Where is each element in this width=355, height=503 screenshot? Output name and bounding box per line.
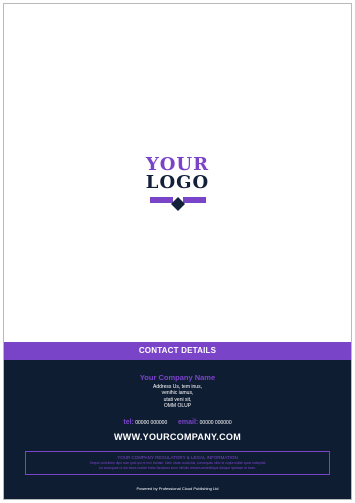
company-address: Address Us, tem inus, venihic iamus, uta… [4, 384, 351, 409]
chevron-diamond-icon [149, 197, 206, 211]
company-name: Your Company Name [139, 373, 216, 382]
email-label: email: [178, 419, 199, 427]
contact-details-bar: CONTACT DETAILS [4, 342, 351, 360]
powered-by-text: Powered by Professional Cloud Publishing… [136, 486, 219, 491]
document-page: YOUR LOGO CONTACT DETAILS Your Company N… [3, 3, 352, 500]
address-line: OMM OLUP [163, 402, 192, 409]
footer-panel: Your Company Name Address Us, tem inus, … [4, 360, 351, 499]
tel-value[interactable]: 00000 000000 [135, 420, 167, 426]
email-value[interactable]: 00000 000000 [200, 420, 232, 426]
website-link[interactable]: WWW.YOURCOMPANY.COM [4, 432, 351, 442]
phone-email-row: tel: 00000 000000 email: 00000 000000 [4, 419, 351, 426]
tel-label: tel: [123, 419, 134, 427]
legal-info-box: YOUR COMPANY REGULATORY & LEGAL INFORMAT… [25, 451, 330, 475]
logo-text-logo: LOGO [145, 172, 210, 193]
legal-text: tur arumquae ut am faces maxim fratur fa… [98, 465, 257, 470]
company-logo: YOUR LOGO [4, 156, 351, 211]
